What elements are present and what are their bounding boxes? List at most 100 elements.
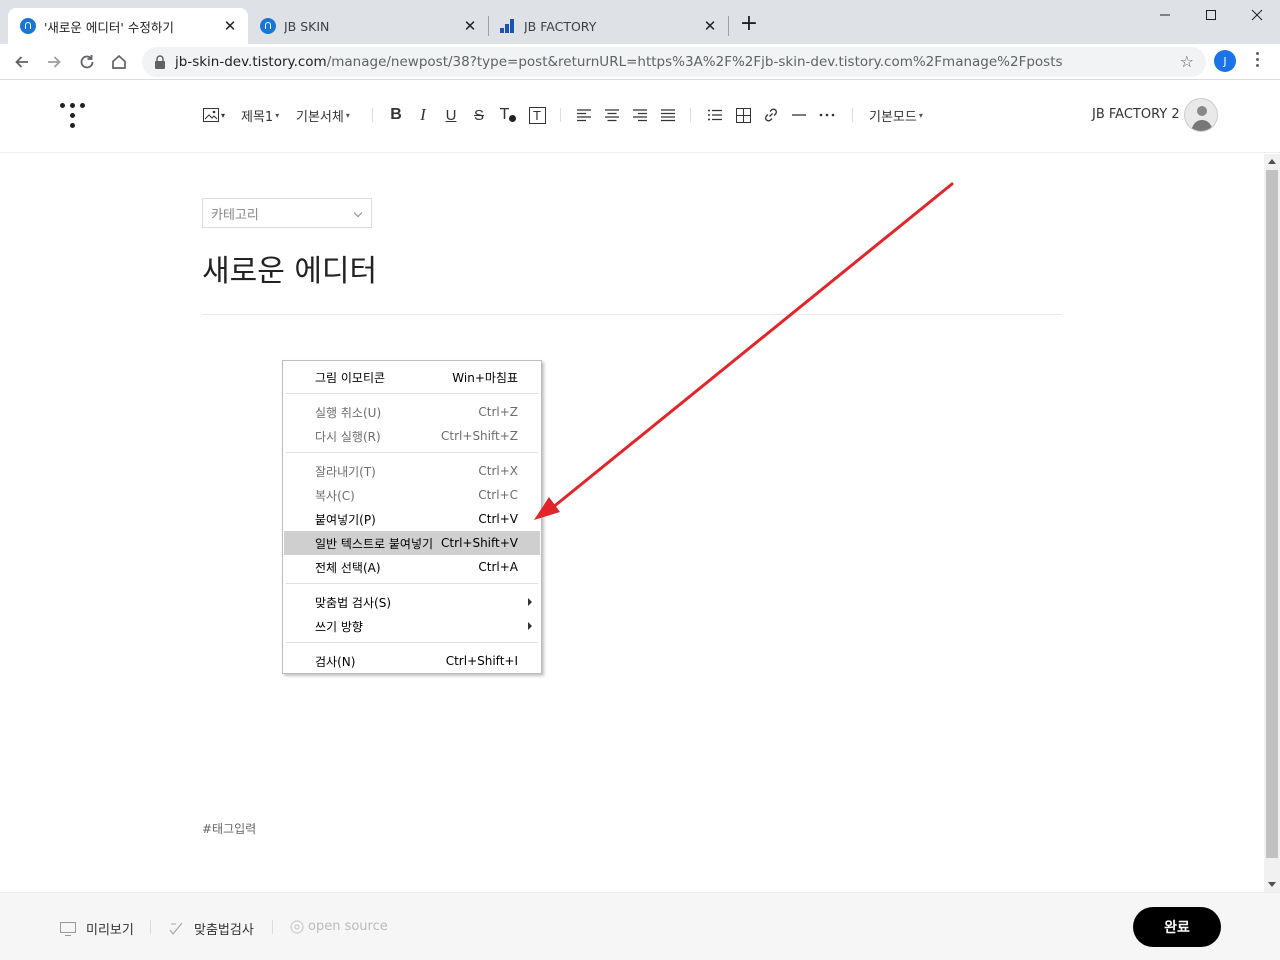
reload-icon[interactable] — [75, 50, 99, 74]
blog-avatar[interactable] — [1184, 98, 1218, 132]
image-insert-icon[interactable]: ▾ — [200, 104, 228, 126]
footer-divider — [272, 920, 273, 934]
bold-button[interactable]: B — [385, 104, 407, 126]
menu-item-select-all[interactable]: 전체 선택(A) Ctrl+A — [284, 555, 540, 579]
editor-content-area[interactable] — [0, 154, 1264, 892]
scroll-up-icon[interactable] — [1268, 159, 1276, 164]
spellcheck-button[interactable]: 맞춤법검사 — [168, 919, 254, 938]
text-background-label: T — [528, 106, 546, 124]
tag-input[interactable]: #태그입력 — [202, 820, 256, 837]
menu-item-label: 검사(N) — [315, 654, 356, 669]
preview-label: 미리보기 — [86, 923, 134, 938]
chevron-down-icon: ▾ — [345, 110, 350, 120]
menu-separator — [286, 393, 538, 394]
align-right-icon[interactable] — [629, 104, 651, 126]
scrollbar-thumb[interactable] — [1266, 170, 1278, 858]
menu-item-label: 일반 텍스트로 붙여넣기 — [315, 536, 434, 551]
link-icon[interactable] — [760, 104, 782, 126]
menu-item-cut[interactable]: 잘라내기(T) Ctrl+X — [284, 459, 540, 483]
back-icon[interactable] — [10, 50, 34, 74]
category-select[interactable]: 카테고리 — [202, 198, 372, 228]
menu-item-undo[interactable]: 실행 취소(U) Ctrl+Z — [284, 400, 540, 424]
menu-item-copy[interactable]: 복사(C) Ctrl+C — [284, 483, 540, 507]
bullet-list-icon[interactable] — [704, 104, 726, 126]
minimize-icon[interactable] — [1142, 0, 1188, 30]
browser-menu-icon[interactable] — [1252, 52, 1262, 72]
heading-dropdown[interactable]: 제목1 ▾ — [241, 103, 279, 127]
bookmark-star-icon[interactable]: ☆ — [1180, 52, 1194, 71]
monitor-icon — [60, 921, 76, 936]
preview-button[interactable]: 미리보기 — [60, 919, 134, 938]
tab-title: JB SKIN — [284, 18, 330, 34]
menu-item-inspect[interactable]: 검사(N) Ctrl+Shift+I — [284, 649, 540, 673]
underline-button[interactable]: U — [440, 104, 462, 126]
menu-item-writing-direction[interactable]: 쓰기 방향 — [284, 614, 540, 638]
horizontal-rule-icon[interactable] — [788, 104, 810, 126]
menu-item-emoji[interactable]: 그림 이모티콘 Win+마침표 — [284, 365, 540, 389]
browser-tab-strip: '새로운 에디터' 수정하기 ✕ JB SKIN ✕ JB FACTORY ✕ … — [0, 0, 1280, 44]
publish-done-button[interactable]: 완료 — [1133, 907, 1221, 947]
submenu-arrow-icon — [528, 622, 532, 630]
context-menu: 그림 이모티콘 Win+마침표 실행 취소(U) Ctrl+Z 다시 실행(R)… — [282, 360, 542, 674]
profile-avatar[interactable]: J — [1214, 50, 1236, 72]
strikethrough-button[interactable]: S — [468, 104, 490, 126]
maximize-icon[interactable] — [1188, 0, 1234, 30]
blog-name[interactable]: JB FACTORY 2 — [1092, 107, 1180, 122]
italic-button[interactable]: I — [412, 104, 434, 126]
person-silhouette-icon — [1191, 106, 1213, 131]
table-icon[interactable] — [732, 104, 754, 126]
menu-item-label: 그림 이모티콘 — [315, 370, 386, 385]
menu-item-shortcut: Ctrl+Z — [478, 405, 518, 419]
chevron-down-icon: ▾ — [220, 110, 225, 120]
address-bar[interactable]: jb-skin-dev.tistory.com/manage/newpost/3… — [142, 47, 1206, 77]
browser-toolbar: jb-skin-dev.tistory.com/manage/newpost/3… — [0, 44, 1280, 80]
new-tab-icon[interactable]: + — [738, 13, 760, 36]
submenu-arrow-icon — [528, 598, 532, 606]
editor-mode-dropdown[interactable]: 기본모드 ▾ — [869, 103, 923, 127]
home-icon[interactable] — [107, 50, 131, 74]
chevron-down-icon: ▾ — [275, 110, 280, 120]
open-source-icon — [290, 919, 304, 934]
text-color-button[interactable]: T — [497, 104, 519, 126]
menu-item-shortcut: Ctrl+Shift+V — [441, 536, 518, 550]
editor-footer: 미리보기 맞춤법검사 open source 완료 — [0, 892, 1280, 960]
text-background-button[interactable]: T — [526, 104, 548, 126]
font-dropdown[interactable]: 기본서체 ▾ — [296, 103, 350, 127]
menu-separator — [286, 642, 538, 643]
align-center-icon[interactable] — [601, 104, 623, 126]
menu-item-label: 쓰기 방향 — [315, 619, 363, 634]
category-placeholder: 카테고리 — [211, 207, 259, 223]
menu-item-paste[interactable]: 붙여넣기(P) Ctrl+V — [284, 507, 540, 531]
tistory-favicon-icon — [260, 18, 276, 34]
open-source-link[interactable]: open source — [290, 919, 388, 934]
page-scrollbar[interactable] — [1264, 154, 1280, 892]
menu-item-redo[interactable]: 다시 실행(R) Ctrl+Shift+Z — [284, 424, 540, 448]
url-text: jb-skin-dev.tistory.com/manage/newpost/3… — [175, 54, 1063, 70]
more-options-icon[interactable] — [816, 104, 838, 126]
post-title-input[interactable]: 새로운 에디터 — [202, 246, 377, 290]
tab-close-icon[interactable]: ✕ — [222, 17, 238, 35]
align-left-icon[interactable] — [573, 104, 595, 126]
menu-item-label: 맞춤법 검사(S) — [315, 595, 391, 610]
scroll-down-icon[interactable] — [1268, 882, 1276, 887]
close-window-icon[interactable] — [1234, 0, 1280, 30]
toolbar-divider — [690, 108, 691, 122]
menu-item-shortcut: Ctrl+X — [478, 464, 518, 478]
tab-jb-skin[interactable]: JB SKIN ✕ — [248, 8, 488, 44]
url-host: jb-skin-dev.tistory.com — [175, 54, 327, 70]
tistory-logo-icon[interactable] — [60, 101, 88, 129]
tab-jb-factory[interactable]: JB FACTORY ✕ — [488, 8, 728, 44]
menu-item-label: 실행 취소(U) — [315, 405, 382, 420]
tab-edit-post[interactable]: '새로운 에디터' 수정하기 ✕ — [8, 8, 248, 44]
lock-icon[interactable] — [154, 55, 166, 69]
open-source-label: open source — [308, 919, 388, 934]
forward-icon[interactable] — [42, 50, 66, 74]
menu-item-paste-plain-text[interactable]: 일반 텍스트로 붙여넣기 Ctrl+Shift+V — [284, 531, 540, 555]
toolbar-divider — [852, 108, 853, 122]
menu-item-spellcheck[interactable]: 맞춤법 검사(S) — [284, 590, 540, 614]
menu-item-shortcut: Ctrl+C — [478, 488, 518, 502]
tab-close-icon[interactable]: ✕ — [702, 17, 718, 35]
align-justify-icon[interactable] — [657, 104, 679, 126]
tab-close-icon[interactable]: ✕ — [462, 17, 478, 35]
toolbar-divider — [560, 108, 561, 122]
